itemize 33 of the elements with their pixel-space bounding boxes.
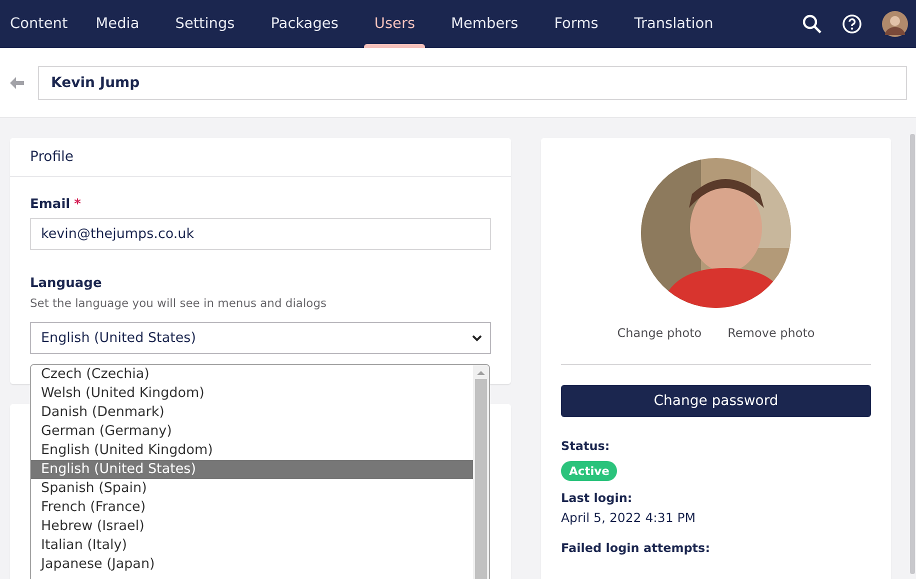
search-icon[interactable] <box>802 14 822 34</box>
failed-attempts-label: Failed login attempts: <box>561 541 711 555</box>
change-password-button[interactable]: Change password <box>561 385 871 417</box>
status-badge: Active <box>561 461 618 481</box>
avatar-icon[interactable] <box>882 11 908 37</box>
language-option[interactable]: English (United States) <box>31 460 473 479</box>
nav-tab[interactable]: Members <box>433 0 536 48</box>
last-login-label: Last login: <box>561 491 634 505</box>
nav-tab[interactable]: Content <box>0 0 78 48</box>
language-dropdown[interactable]: English (United States) <box>30 322 491 354</box>
language-label: Language <box>30 276 103 291</box>
language-hint: Set the language you will see in menus and dialogs <box>30 296 328 310</box>
back-arrow-icon[interactable] <box>10 76 24 88</box>
scroll-up-icon[interactable] <box>477 369 485 377</box>
nav-tab[interactable]: Media <box>78 0 158 48</box>
email-label: Email * <box>30 197 82 212</box>
change-photo-link[interactable]: Change photo <box>617 326 702 340</box>
nav-tab[interactable]: Translation <box>616 0 732 48</box>
name-field[interactable]: Kevin Jump <box>38 66 907 100</box>
status-label: Status: <box>561 439 611 453</box>
remove-photo-link[interactable]: Remove photo <box>728 326 815 340</box>
required-mark: * <box>74 197 81 212</box>
help-icon[interactable] <box>842 14 862 34</box>
nav-tab[interactable]: Settings <box>157 0 253 48</box>
email-field[interactable]: kevin@thejumps.co.uk <box>30 218 491 250</box>
last-login-value: April 5, 2022 4:31 PM <box>561 510 697 525</box>
page-scrollbar[interactable] <box>910 134 915 574</box>
nav-tab[interactable]: Forms <box>536 0 616 48</box>
nav-tab[interactable]: Packages <box>252 0 356 48</box>
card-title: Profile <box>10 138 511 177</box>
chevron-icon <box>472 334 482 342</box>
list-scrollbar[interactable] <box>473 365 489 579</box>
nav-tab[interactable]: Users <box>356 0 433 48</box>
